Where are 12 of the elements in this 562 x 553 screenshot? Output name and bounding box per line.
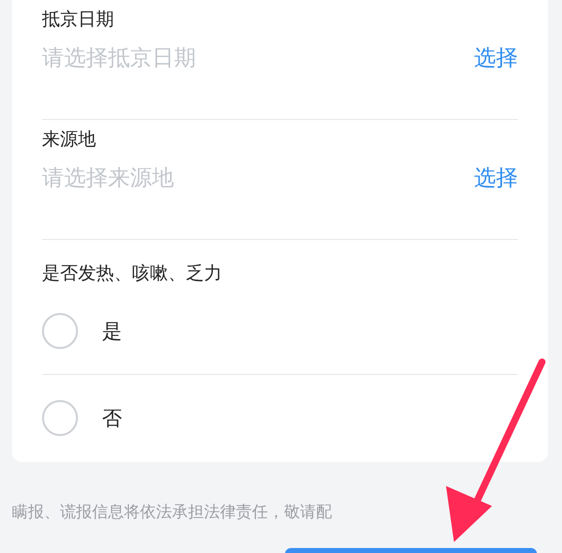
field-label: 来源地: [42, 128, 97, 152]
field-placeholder: 请选择抵京日期: [42, 45, 196, 73]
radio-option[interactable]: 否: [42, 374, 518, 462]
radio-icon: [42, 312, 78, 349]
field-label: 抵京日期: [42, 8, 115, 32]
select-link[interactable]: 选择: [474, 164, 518, 194]
radio-icon: [42, 400, 78, 436]
radio-option[interactable]: 是: [42, 288, 518, 375]
field-placeholder: 请选择来源地: [42, 164, 174, 193]
select-link[interactable]: 选择: [474, 44, 518, 74]
notice-text: 瞒报、谎报信息将依法承担法律责任，敬请配: [12, 501, 333, 523]
question-label: 是否发热、咳嗽、乏力: [42, 262, 223, 286]
